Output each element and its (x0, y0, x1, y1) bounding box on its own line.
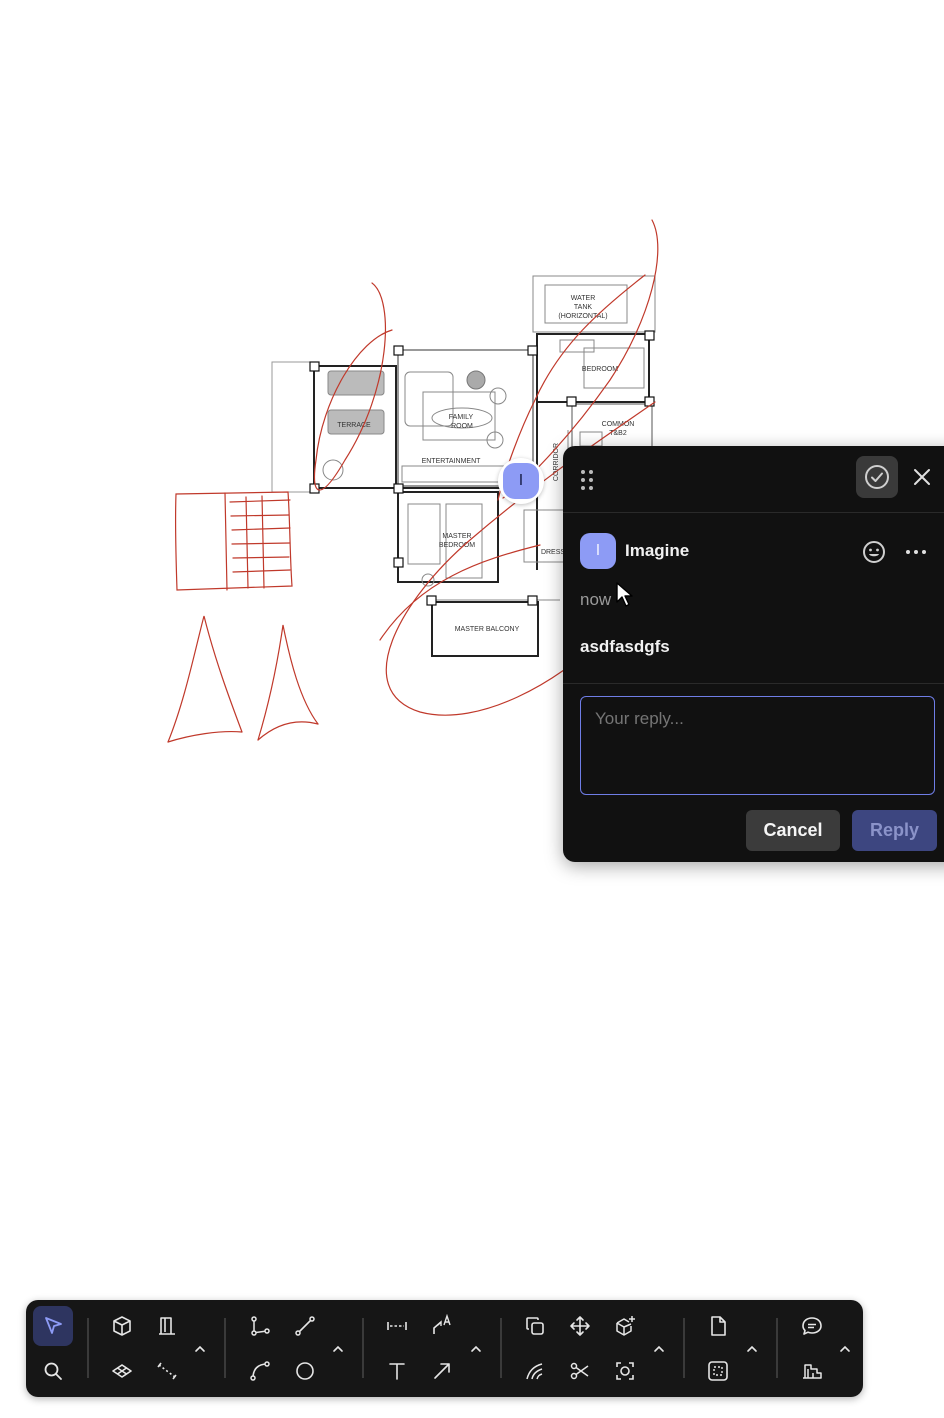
svg-text:T&B2: T&B2 (609, 430, 627, 437)
panel-header (563, 446, 944, 513)
svg-text:BEDROOM: BEDROOM (582, 366, 618, 373)
comment-bubble-icon (802, 1317, 822, 1335)
text-icon (389, 1363, 405, 1380)
svg-text:BEDROOM: BEDROOM (439, 542, 475, 549)
svg-text:ROOM: ROOM (451, 423, 473, 430)
emoji-icon[interactable] (862, 540, 886, 564)
focus-tool[interactable] (605, 1351, 645, 1391)
toolbar-divider (362, 1318, 364, 1378)
resolve-button[interactable] (856, 456, 898, 498)
dimension-icon (387, 1322, 407, 1330)
page-icon (711, 1316, 726, 1336)
arrow-tool[interactable] (422, 1351, 462, 1391)
box-3d-tool[interactable] (102, 1306, 142, 1346)
dashed-line-icon (157, 1362, 177, 1380)
svg-text:ENTERTAINMENT: ENTERTAINMENT (422, 458, 482, 465)
layers-diamond-icon (112, 1364, 132, 1378)
svg-text:(HORIZONTAL): (HORIZONTAL) (558, 313, 607, 320)
arc-icon (250, 1361, 270, 1381)
reply-input[interactable] (580, 696, 935, 795)
chevron-up-icon[interactable] (745, 1342, 759, 1356)
focus-target-icon (616, 1362, 634, 1380)
toolbar-divider (776, 1318, 778, 1378)
arrow-icon (434, 1363, 450, 1379)
check-circle-icon (865, 465, 889, 489)
selection-area-tool[interactable] (698, 1351, 738, 1391)
avatar: I (580, 533, 616, 569)
cut-tool[interactable] (560, 1351, 600, 1391)
close-icon[interactable] (911, 466, 933, 488)
comment-body: asdfasdgfs (580, 637, 670, 656)
text-tool[interactable] (377, 1351, 417, 1391)
reply-button[interactable]: Reply (852, 810, 937, 851)
comment-tool[interactable] (792, 1306, 832, 1346)
cube-plus-icon (616, 1316, 635, 1336)
chevron-up-icon[interactable] (652, 1342, 666, 1356)
add-object-tool[interactable] (605, 1306, 645, 1346)
circle-tool[interactable] (285, 1351, 325, 1391)
scissors-icon (570, 1362, 589, 1380)
pin-avatar: I (503, 463, 539, 499)
offset-curves-icon (526, 1363, 543, 1380)
bezier-tool[interactable] (240, 1306, 280, 1346)
door-tool[interactable] (147, 1306, 187, 1346)
angle-label-icon (433, 1314, 451, 1334)
dimension-tool[interactable] (377, 1306, 417, 1346)
chevron-up-icon[interactable] (838, 1342, 852, 1356)
copy-tool[interactable] (515, 1306, 555, 1346)
comment-author: Imagine (625, 541, 690, 560)
move-tool[interactable] (560, 1306, 600, 1346)
chevron-up-icon[interactable] (193, 1342, 207, 1356)
svg-text:CORRIDOR: CORRIDOR (553, 443, 560, 481)
mouse-cursor-icon (616, 582, 633, 607)
bezier-icon (251, 1316, 270, 1336)
toolbar-divider (224, 1318, 226, 1378)
measure-line-tool[interactable] (147, 1351, 187, 1391)
line-icon (295, 1316, 315, 1336)
chevron-up-icon[interactable] (331, 1342, 345, 1356)
comment-timestamp: now (580, 590, 612, 609)
drag-handle-icon[interactable] (579, 468, 595, 492)
door-icon (159, 1317, 175, 1335)
toolbar-divider (87, 1318, 89, 1378)
cancel-button[interactable]: Cancel (746, 810, 840, 851)
search-tool[interactable] (33, 1351, 73, 1391)
chevron-up-icon[interactable] (469, 1342, 483, 1356)
toolbar-divider (683, 1318, 685, 1378)
surface-tool[interactable] (102, 1351, 142, 1391)
more-options-icon[interactable] (904, 543, 928, 561)
stairs-icon (803, 1364, 822, 1379)
select-tool[interactable] (33, 1306, 73, 1346)
angle-text-tool[interactable] (422, 1306, 462, 1346)
move-icon (570, 1316, 590, 1336)
arc-tool[interactable] (240, 1351, 280, 1391)
line-tool[interactable] (285, 1306, 325, 1346)
toolbar-divider (500, 1318, 502, 1378)
svg-text:DRESS: DRESS (541, 549, 565, 556)
svg-text:TANK: TANK (574, 304, 592, 311)
svg-text:MASTER: MASTER (442, 533, 471, 540)
svg-text:WATER: WATER (571, 295, 596, 302)
search-icon (44, 1362, 62, 1380)
offset-tool[interactable] (515, 1351, 555, 1391)
circle-icon (296, 1362, 314, 1380)
page-tool[interactable] (698, 1306, 738, 1346)
svg-text:MASTER BALCONY: MASTER BALCONY (455, 626, 520, 633)
tool-palette (26, 1300, 863, 1397)
svg-text:TERRACE: TERRACE (337, 422, 371, 429)
comment-pin[interactable]: I (498, 458, 544, 504)
cursor-arrow-icon (45, 1317, 62, 1334)
svg-text:FAMILY: FAMILY (449, 414, 474, 421)
stair-tool[interactable] (792, 1351, 832, 1391)
comment-panel: I Imagine now asdfasdgfs Cancel Reply (563, 446, 944, 862)
selection-area-icon (708, 1361, 728, 1381)
cube-icon (113, 1316, 131, 1336)
copy-icon (526, 1317, 544, 1335)
